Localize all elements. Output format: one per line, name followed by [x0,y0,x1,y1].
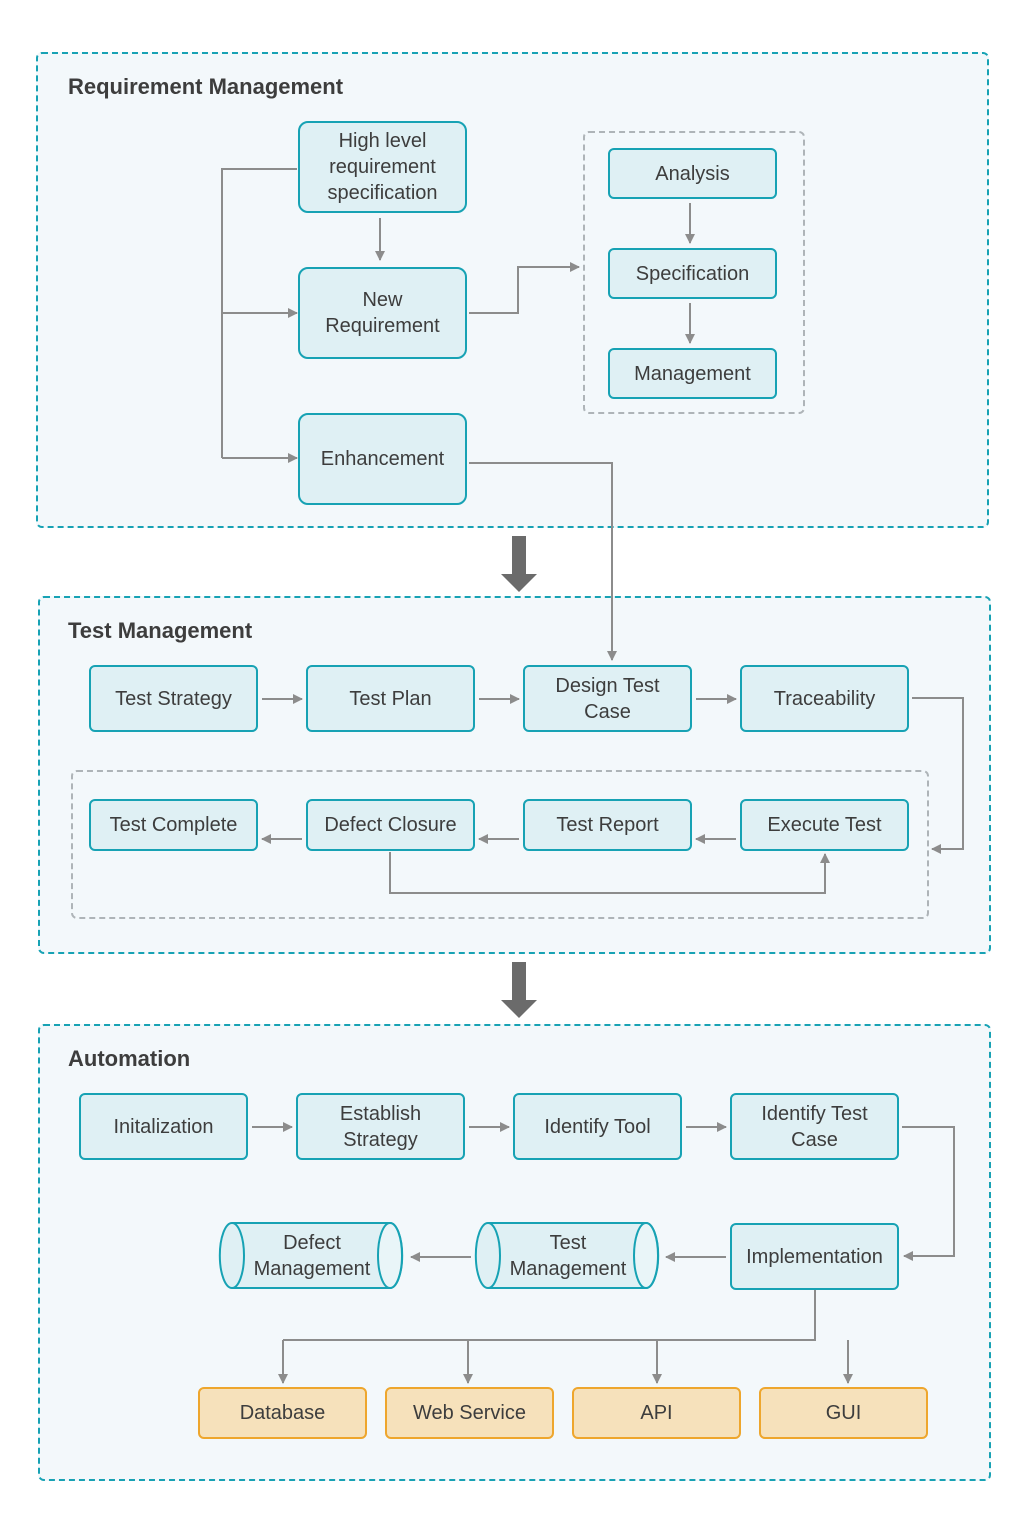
node-execute-test[interactable]: Execute Test [740,799,909,851]
node-design-test-case[interactable]: Design Test Case [523,665,692,732]
flow-arrow-icon [501,962,537,1018]
node-defect-closure[interactable]: Defect Closure [306,799,475,851]
node-implementation[interactable]: Implementation [730,1223,899,1290]
node-high-level-requirement[interactable]: High level requirement specification [298,121,467,213]
node-test-strategy[interactable]: Test Strategy [89,665,258,732]
node-api[interactable]: API [572,1387,741,1439]
node-management[interactable]: Management [608,348,777,399]
node-identify-test-case[interactable]: Identify Test Case [730,1093,899,1160]
node-new-requirement[interactable]: New Requirement [298,267,467,359]
automation-title: Automation [68,1046,191,1071]
node-test-plan[interactable]: Test Plan [306,665,475,732]
node-database[interactable]: Database [198,1387,367,1439]
cylinder-defect-management-label: Defect Management [253,1232,371,1280]
node-gui[interactable]: GUI [759,1387,928,1439]
test-management-title: Test Management [68,618,253,643]
cylinder-test-management-label: Test Management [509,1232,627,1280]
node-web-service[interactable]: Web Service [385,1387,554,1439]
flow-arrow-icon [501,536,537,592]
node-analysis[interactable]: Analysis [608,148,777,199]
requirement-management-section [36,52,989,528]
requirement-management-title: Requirement Management [68,74,344,99]
node-test-report[interactable]: Test Report [523,799,692,851]
node-traceability[interactable]: Traceability [740,665,909,732]
node-initialization[interactable]: Initalization [79,1093,248,1160]
node-establish-strategy[interactable]: Establish Strategy [296,1093,465,1160]
node-identify-tool[interactable]: Identify Tool [513,1093,682,1160]
node-test-complete[interactable]: Test Complete [89,799,258,851]
node-enhancement[interactable]: Enhancement [298,413,467,505]
node-specification[interactable]: Specification [608,248,777,299]
